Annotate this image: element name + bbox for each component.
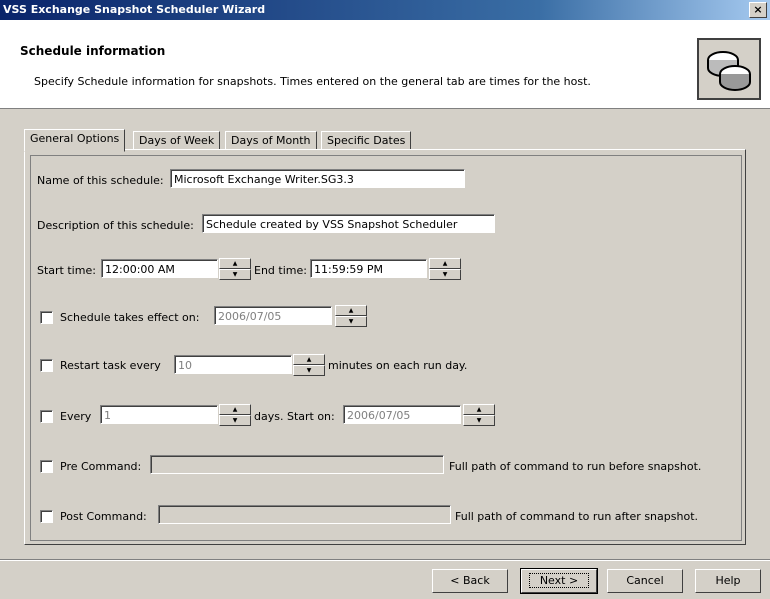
- start-time-field[interactable]: 12:00:00 AM: [101, 259, 218, 278]
- spin-up-icon[interactable]: ▲: [219, 258, 251, 269]
- every-label: Every: [60, 410, 92, 423]
- tab-general-options[interactable]: General Options: [24, 129, 126, 152]
- page-title: Schedule information: [20, 44, 166, 58]
- footer-separator: [0, 559, 770, 561]
- spin-up-icon[interactable]: ▲: [429, 258, 461, 269]
- tab-days-of-week[interactable]: Days of Week: [133, 131, 221, 151]
- end-time-label: End time:: [254, 264, 307, 277]
- spin-up-icon[interactable]: ▲: [335, 305, 367, 316]
- post-command-hint: Full path of command to run after snapsh…: [455, 510, 698, 523]
- post-command-field[interactable]: [158, 505, 451, 524]
- end-time-spinner[interactable]: ▲ ▼: [429, 258, 461, 280]
- spin-down-icon[interactable]: ▼: [335, 316, 367, 327]
- every-suffix: days. Start on:: [254, 410, 335, 423]
- effect-label: Schedule takes effect on:: [60, 311, 200, 324]
- wizard-header: Schedule information Specify Schedule in…: [0, 20, 770, 109]
- every-days-field[interactable]: 1: [100, 405, 218, 424]
- pre-command-label: Pre Command:: [60, 460, 142, 473]
- next-button-label: Next >: [528, 573, 590, 588]
- cancel-button[interactable]: Cancel: [607, 569, 683, 593]
- spin-down-icon[interactable]: ▼: [293, 365, 325, 376]
- page-description: Specify Schedule information for snapsho…: [34, 75, 591, 88]
- name-label: Name of this schedule:: [37, 174, 164, 187]
- restart-label: Restart task every: [60, 359, 161, 372]
- back-button[interactable]: < Back: [432, 569, 508, 593]
- restart-minutes-spinner[interactable]: ▲ ▼: [293, 354, 325, 376]
- every-start-date-field[interactable]: 2006/07/05: [343, 405, 461, 424]
- title-bar: VSS Exchange Snapshot Scheduler Wizard ×: [0, 0, 770, 20]
- spin-down-icon[interactable]: ▼: [429, 269, 461, 280]
- pre-command-checkbox[interactable]: [40, 460, 53, 473]
- tab-specific-dates[interactable]: Specific Dates: [321, 131, 412, 151]
- spin-down-icon[interactable]: ▼: [463, 415, 495, 426]
- window-title: VSS Exchange Snapshot Scheduler Wizard: [3, 3, 266, 16]
- next-button[interactable]: Next >: [520, 568, 598, 594]
- spin-up-icon[interactable]: ▲: [219, 404, 251, 415]
- every-days-spinner[interactable]: ▲ ▼: [219, 404, 251, 426]
- description-label: Description of this schedule:: [37, 219, 194, 232]
- close-icon[interactable]: ×: [749, 2, 767, 18]
- pre-command-field[interactable]: [150, 455, 444, 474]
- help-button[interactable]: Help: [695, 569, 761, 593]
- spin-up-icon[interactable]: ▲: [463, 404, 495, 415]
- effect-date-spinner[interactable]: ▲ ▼: [335, 305, 367, 327]
- every-checkbox[interactable]: [40, 410, 53, 423]
- restart-checkbox[interactable]: [40, 359, 53, 372]
- start-time-label: Start time:: [37, 264, 96, 277]
- pre-command-hint: Full path of command to run before snaps…: [449, 460, 702, 473]
- spin-down-icon[interactable]: ▼: [219, 269, 251, 280]
- spin-up-icon[interactable]: ▲: [293, 354, 325, 365]
- spin-down-icon[interactable]: ▼: [219, 415, 251, 426]
- effect-checkbox[interactable]: [40, 311, 53, 324]
- name-field[interactable]: Microsoft Exchange Writer.SG3.3: [170, 169, 465, 188]
- start-time-spinner[interactable]: ▲ ▼: [219, 258, 251, 280]
- every-start-date-spinner[interactable]: ▲ ▼: [463, 404, 495, 426]
- end-time-field[interactable]: 11:59:59 PM: [310, 259, 427, 278]
- tab-days-of-month[interactable]: Days of Month: [225, 131, 317, 151]
- post-command-checkbox[interactable]: [40, 510, 53, 523]
- options-frame: [30, 155, 742, 541]
- description-field[interactable]: Schedule created by VSS Snapshot Schedul…: [202, 214, 495, 233]
- restart-suffix: minutes on each run day.: [328, 359, 468, 372]
- post-command-label: Post Command:: [60, 510, 147, 523]
- restart-minutes-field[interactable]: 10: [174, 355, 292, 374]
- snapshot-disks-icon: [697, 38, 761, 100]
- effect-date-field[interactable]: 2006/07/05: [214, 306, 332, 325]
